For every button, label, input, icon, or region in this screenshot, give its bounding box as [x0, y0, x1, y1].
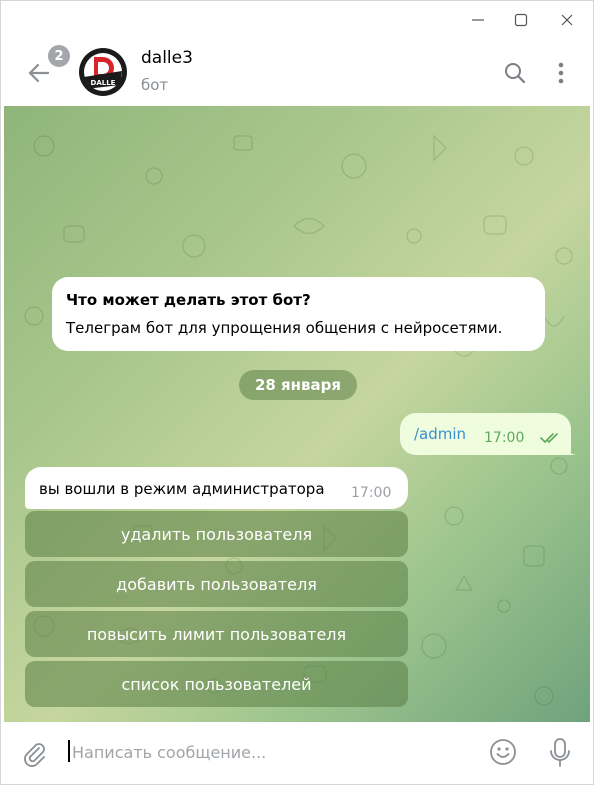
incoming-message-text: вы вошли в режим администратора: [39, 480, 325, 498]
avatar[interactable]: DALLE: [78, 47, 128, 97]
intro-title: Что может делать этот бот?: [66, 291, 311, 309]
outgoing-bubble-tail: [564, 444, 576, 455]
message-input[interactable]: [72, 738, 452, 766]
read-checkmarks-icon: [540, 433, 558, 443]
attach-button[interactable]: [20, 739, 50, 769]
minimize-button[interactable]: [463, 6, 493, 34]
title-bar: [0, 0, 594, 38]
chat-header: 2 DALLE dalle3 бот: [0, 38, 594, 106]
chat-subtitle: бот: [141, 76, 169, 94]
keyboard-button-delete-user[interactable]: удалить пользователя: [25, 511, 408, 557]
date-separator: 28 января: [239, 370, 357, 400]
intro-text: Телеграм бот для упрощения общения с ней…: [66, 319, 503, 337]
chat-title[interactable]: dalle3: [141, 48, 193, 68]
message-composer: [0, 722, 594, 785]
maximize-button[interactable]: [506, 6, 536, 34]
maximize-icon: [514, 13, 528, 27]
bot-logo-icon: DALLE: [79, 48, 127, 96]
more-menu-button[interactable]: [548, 58, 574, 88]
voice-record-button[interactable]: [545, 736, 575, 770]
emoji-button[interactable]: [487, 736, 519, 768]
keyboard-button-raise-limit[interactable]: повысить лимит пользователя: [25, 611, 408, 657]
keyboard-button-add-user[interactable]: добавить пользователя: [25, 561, 408, 607]
close-button[interactable]: [552, 6, 582, 34]
bot-intro-card: Что может делать этот бот? Телеграм бот …: [52, 277, 545, 351]
emoji-icon: [490, 739, 516, 765]
text-caret: [68, 740, 70, 762]
search-button[interactable]: [500, 58, 530, 88]
close-icon: [561, 14, 573, 26]
outgoing-message-time: 17:00: [484, 430, 525, 446]
incoming-message[interactable]: вы вошли в режим администратора 17:00: [25, 467, 408, 509]
microphone-icon: [550, 738, 570, 767]
back-arrow-icon: [28, 63, 50, 83]
paperclip-icon: [24, 743, 45, 767]
minimize-icon: [472, 19, 484, 21]
keyboard-button-user-list[interactable]: список пользователей: [25, 661, 408, 707]
outgoing-message[interactable]: /admin 17:00: [400, 413, 571, 455]
telegram-window: 2 DALLE dalle3 бот Что может делать этот…: [0, 0, 594, 785]
avatar-logo-text: DALLE: [91, 79, 116, 87]
more-vertical-icon: [558, 62, 564, 84]
chat-area[interactable]: Что может делать этот бот? Телеграм бот …: [4, 106, 590, 722]
outgoing-message-text[interactable]: /admin: [414, 425, 466, 443]
search-icon: [505, 63, 526, 84]
incoming-message-time: 17:00: [351, 485, 392, 501]
unread-badge: 2: [48, 45, 70, 67]
